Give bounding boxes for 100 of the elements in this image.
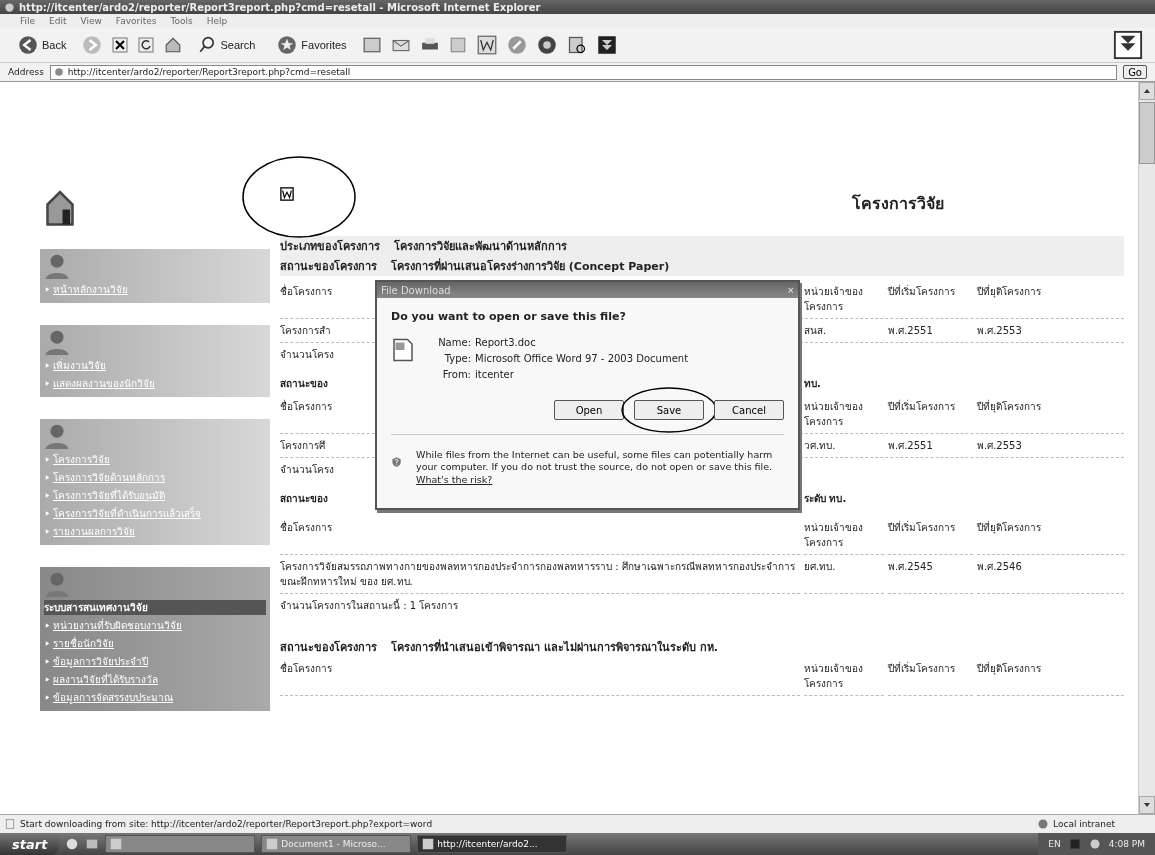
menu-item[interactable]: Edit (49, 16, 67, 26)
column-header: หน่วยเจ้าของโครงการ (804, 657, 884, 696)
window-icon (266, 838, 279, 850)
table-cell: ยศ.ทบ. (804, 555, 884, 594)
sidebar-link[interactable]: ผลงานวิจัยที่ได้รับรางวัล (53, 672, 158, 687)
column-header: ชื่อโครงการ (280, 657, 800, 696)
table-cell-text: หน่วยเจ้าของโครงการ (804, 400, 864, 429)
search-button[interactable]: Search (192, 35, 262, 55)
bullet-icon (44, 474, 51, 481)
window-title: http://itcenter/ardo2/reporter/Report3report.php?cmd=resetall - Microsoft Internet Explorer (19, 1, 541, 13)
scroll-up-button[interactable] (1139, 82, 1155, 100)
table-cell-text: สถานะของ (280, 377, 329, 391)
table-cell-text: พ.ศ.2551 (888, 324, 934, 338)
field-label: สถานะของโครงการ (280, 639, 377, 656)
column-header: ปีที่ยุติโครงการ (977, 657, 1124, 696)
person-icon (44, 329, 70, 355)
taskbar-button[interactable]: Document1 - Microso... (261, 835, 412, 853)
back-button[interactable]: Back (12, 34, 73, 56)
favorites-button[interactable]: Favorites (271, 34, 353, 56)
field-value: itcenter (475, 369, 515, 380)
table-cell-text: ปีที่เริ่มโครงการ (888, 399, 956, 414)
bullet-icon (44, 286, 51, 293)
address-label: Address (8, 67, 44, 77)
taskbar-button[interactable]: http://itcenter/ardo2... (417, 835, 568, 853)
person-icon (44, 253, 70, 279)
bullet-icon (44, 658, 51, 665)
home-icon (164, 36, 183, 54)
bullet-icon (44, 380, 51, 387)
field-value: โครงการที่ผ่านเสนอโครงร่างการวิจัย (Concept Paper) (391, 257, 670, 275)
dialog-question: Do you want to open or save this file? (391, 310, 627, 323)
project-count: จำนวนโครงการในสถานะนี้ : 1 โครงการ (280, 597, 460, 613)
field-label: Name: (437, 337, 471, 348)
language-indicator: EN (1048, 839, 1061, 849)
field-label: From: (441, 369, 471, 380)
globe-icon (1037, 818, 1050, 830)
menu-item[interactable]: File (20, 16, 36, 26)
column-header: หน่วยเจ้าของโครงการ (804, 516, 884, 555)
bullet-icon (44, 694, 51, 701)
clock: 4:08 PM (1108, 839, 1145, 849)
field-value: Report3.doc (475, 337, 537, 348)
field-value: โครงการวิจัยและพัฒนาด้านหลักการ (394, 238, 567, 255)
status-text: Start downloading from site: http://itcenter/ardo2/reporter/Report3report.php?export=word (20, 819, 433, 829)
tray-icon (1088, 838, 1101, 850)
person-icon (44, 571, 70, 597)
risk-link[interactable]: What's the risk? (416, 473, 493, 485)
sidebar-heading: ระบบสารสนเทศงานวิจัย (44, 600, 266, 615)
table-cell: โครงการวิจัยสมรรถภาพทางกายของพลทหารกองประจำการกองพลทหารราบ : ศึกษาเฉพาะกรณีพลทหารกองประจำการขณะฝึกทหารใหม่ ของ ยศ.ทบ. (280, 555, 800, 594)
table-cell-text: ระดับ ทบ. (804, 492, 848, 506)
scroll-thumb[interactable] (1139, 102, 1155, 164)
sidebar-link[interactable]: รายชื่อนักวิจัย (53, 636, 114, 651)
quick-launch-icon (85, 837, 100, 851)
go-button[interactable]: Go (1123, 65, 1147, 79)
taskbar-button[interactable] (105, 835, 256, 853)
close-icon (112, 37, 129, 53)
menu-item[interactable]: Tools (170, 16, 193, 26)
sidebar-link[interactable]: ข้อมูลการวิจัยประจำปี (53, 654, 148, 669)
field-label: Type: (443, 353, 471, 364)
column-header: ปีที่ยุติโครงการ (977, 516, 1124, 555)
table-cell-text: พ.ศ.2553 (977, 439, 1023, 453)
table-cell-text: วศ.ทบ. (804, 439, 837, 453)
document-icon (391, 337, 415, 363)
security-zone: Local intranet (1053, 819, 1115, 829)
table-cell-text: ปีที่ยุติโครงการ (977, 399, 1042, 415)
person-icon (44, 423, 70, 449)
dialog-button[interactable]: Save (634, 400, 704, 420)
bullet-icon (44, 456, 51, 463)
field-value: โครงการที่นำเสนอเข้าพิจารณา และไม่ผ่านการพิจารณาในระดับ กห. (391, 638, 718, 656)
word-export-icon (280, 187, 294, 201)
window-icon (110, 838, 123, 850)
dialog-button[interactable]: Open (554, 400, 624, 420)
column-header: ปีที่เริ่มโครงการ (888, 657, 973, 696)
menu-item[interactable]: View (80, 16, 102, 26)
dialog-title: File Download (381, 284, 451, 296)
scroll-down-button[interactable] (1139, 796, 1155, 814)
column-header: ปีที่เริ่มโครงการ (888, 516, 973, 555)
menu-item[interactable]: Favorites (115, 16, 157, 26)
down-arrow-icon (1143, 801, 1151, 809)
table-cell: พ.ศ.2545 (888, 555, 973, 594)
download-icon (1113, 30, 1143, 60)
warning-text: While files from the Internet can be useful, some files can potentially harm your computer. If you do not trust the source, do not open or save this file. What's the risk? (416, 449, 774, 487)
quick-launch-icon (65, 837, 80, 851)
menu-item[interactable]: Help (206, 16, 228, 26)
column-header: ชื่อโครงการ (280, 516, 800, 555)
dialog-button[interactable]: Cancel (714, 400, 784, 420)
table-cell: พ.ศ.2546 (977, 555, 1124, 594)
table-cell-text: สถานะของ (280, 492, 329, 506)
address-field[interactable]: http://itcenter/ardo2/reporter/Report3report.php?cmd=resetall (49, 64, 1118, 80)
table-cell-text: พ.ศ.2553 (977, 324, 1023, 338)
table-cell-text: สนส. (804, 324, 828, 338)
field-value: Microsoft Office Word 97 - 2003 Document (475, 353, 689, 364)
bullet-icon (44, 492, 51, 499)
sidebar-link[interactable]: ข้อมูลการจัดสรรงบประมาณ (53, 690, 173, 705)
sidebar-link[interactable]: หน่วยงานที่รับผิดชอบงานวิจัย (53, 618, 182, 633)
up-arrow-icon (1143, 87, 1151, 95)
forward-icon (82, 35, 103, 55)
table-cell-text: พ.ศ.2551 (888, 439, 934, 453)
close-button[interactable]: × (787, 284, 794, 296)
table-cell-text: หน่วยเจ้าของโครงการ (804, 285, 864, 314)
field-label: ประเภทของโครงการ (280, 238, 380, 255)
table-cell-text: จำนวนโครง (280, 463, 335, 477)
